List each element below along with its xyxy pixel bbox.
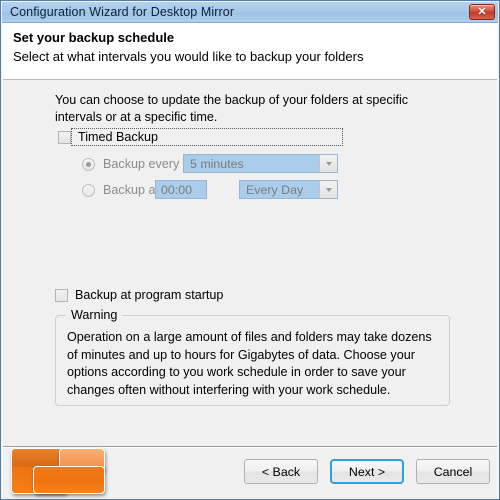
close-icon[interactable]: ✕ <box>469 4 495 20</box>
backup-day-select[interactable]: Every Day <box>239 180 338 199</box>
warning-groupbox: Warning Operation on a large amount of f… <box>55 308 450 406</box>
wizard-body: You can choose to update the backup of y… <box>3 81 497 446</box>
window-title: Configuration Wizard for Desktop Mirror <box>10 5 235 19</box>
backup-every-label: Backup every <box>103 157 180 171</box>
backup-at-label: Backup at <box>103 183 160 197</box>
backup-every-radio[interactable] <box>82 157 95 171</box>
back-button[interactable]: < Back <box>244 459 318 484</box>
intro-text: You can choose to update the backup of y… <box>55 93 409 124</box>
backup-time-input[interactable]: 00:00 <box>155 180 207 199</box>
backup-day-value: Every Day <box>246 182 304 197</box>
backup-interval-value: 5 minutes <box>190 156 244 171</box>
backup-time-value: 00:00 <box>161 182 193 197</box>
page-title: Set your backup schedule <box>13 30 175 45</box>
page-subtitle: Select at what intervals you would like … <box>13 49 364 64</box>
backup-interval-select[interactable]: 5 minutes <box>183 154 338 173</box>
warning-text: Operation on a large amount of files and… <box>67 330 432 397</box>
warning-legend: Warning <box>66 308 123 322</box>
backup-at-radio[interactable] <box>82 183 95 197</box>
chevron-down-icon[interactable] <box>319 181 337 198</box>
backup-every-radio-row[interactable]: Backup every <box>82 157 179 171</box>
timed-backup-label: Timed Backup <box>78 130 159 144</box>
title-bar: Configuration Wizard for Desktop Mirror … <box>2 2 498 23</box>
logo-block-bottom <box>33 466 105 494</box>
next-button[interactable]: Next > <box>330 459 404 484</box>
footer-buttons: < Back Next > Cancel <box>244 459 490 484</box>
close-glyph: ✕ <box>477 5 487 18</box>
backup-at-radio-row[interactable]: Backup at <box>82 183 159 197</box>
wizard-window: Configuration Wizard for Desktop Mirror … <box>0 0 500 500</box>
timed-backup-checkbox-row[interactable]: Timed Backup <box>58 130 158 144</box>
cancel-button[interactable]: Cancel <box>416 459 490 484</box>
startup-backup-label: Backup at program startup <box>75 288 224 302</box>
startup-backup-checkbox-row[interactable]: Backup at program startup <box>55 288 223 302</box>
app-logo-icon <box>11 448 105 499</box>
chevron-down-icon[interactable] <box>319 155 337 172</box>
wizard-header: Set your backup schedule Select at what … <box>3 23 497 80</box>
timed-backup-checkbox[interactable] <box>58 130 71 144</box>
startup-backup-checkbox[interactable] <box>55 288 68 302</box>
